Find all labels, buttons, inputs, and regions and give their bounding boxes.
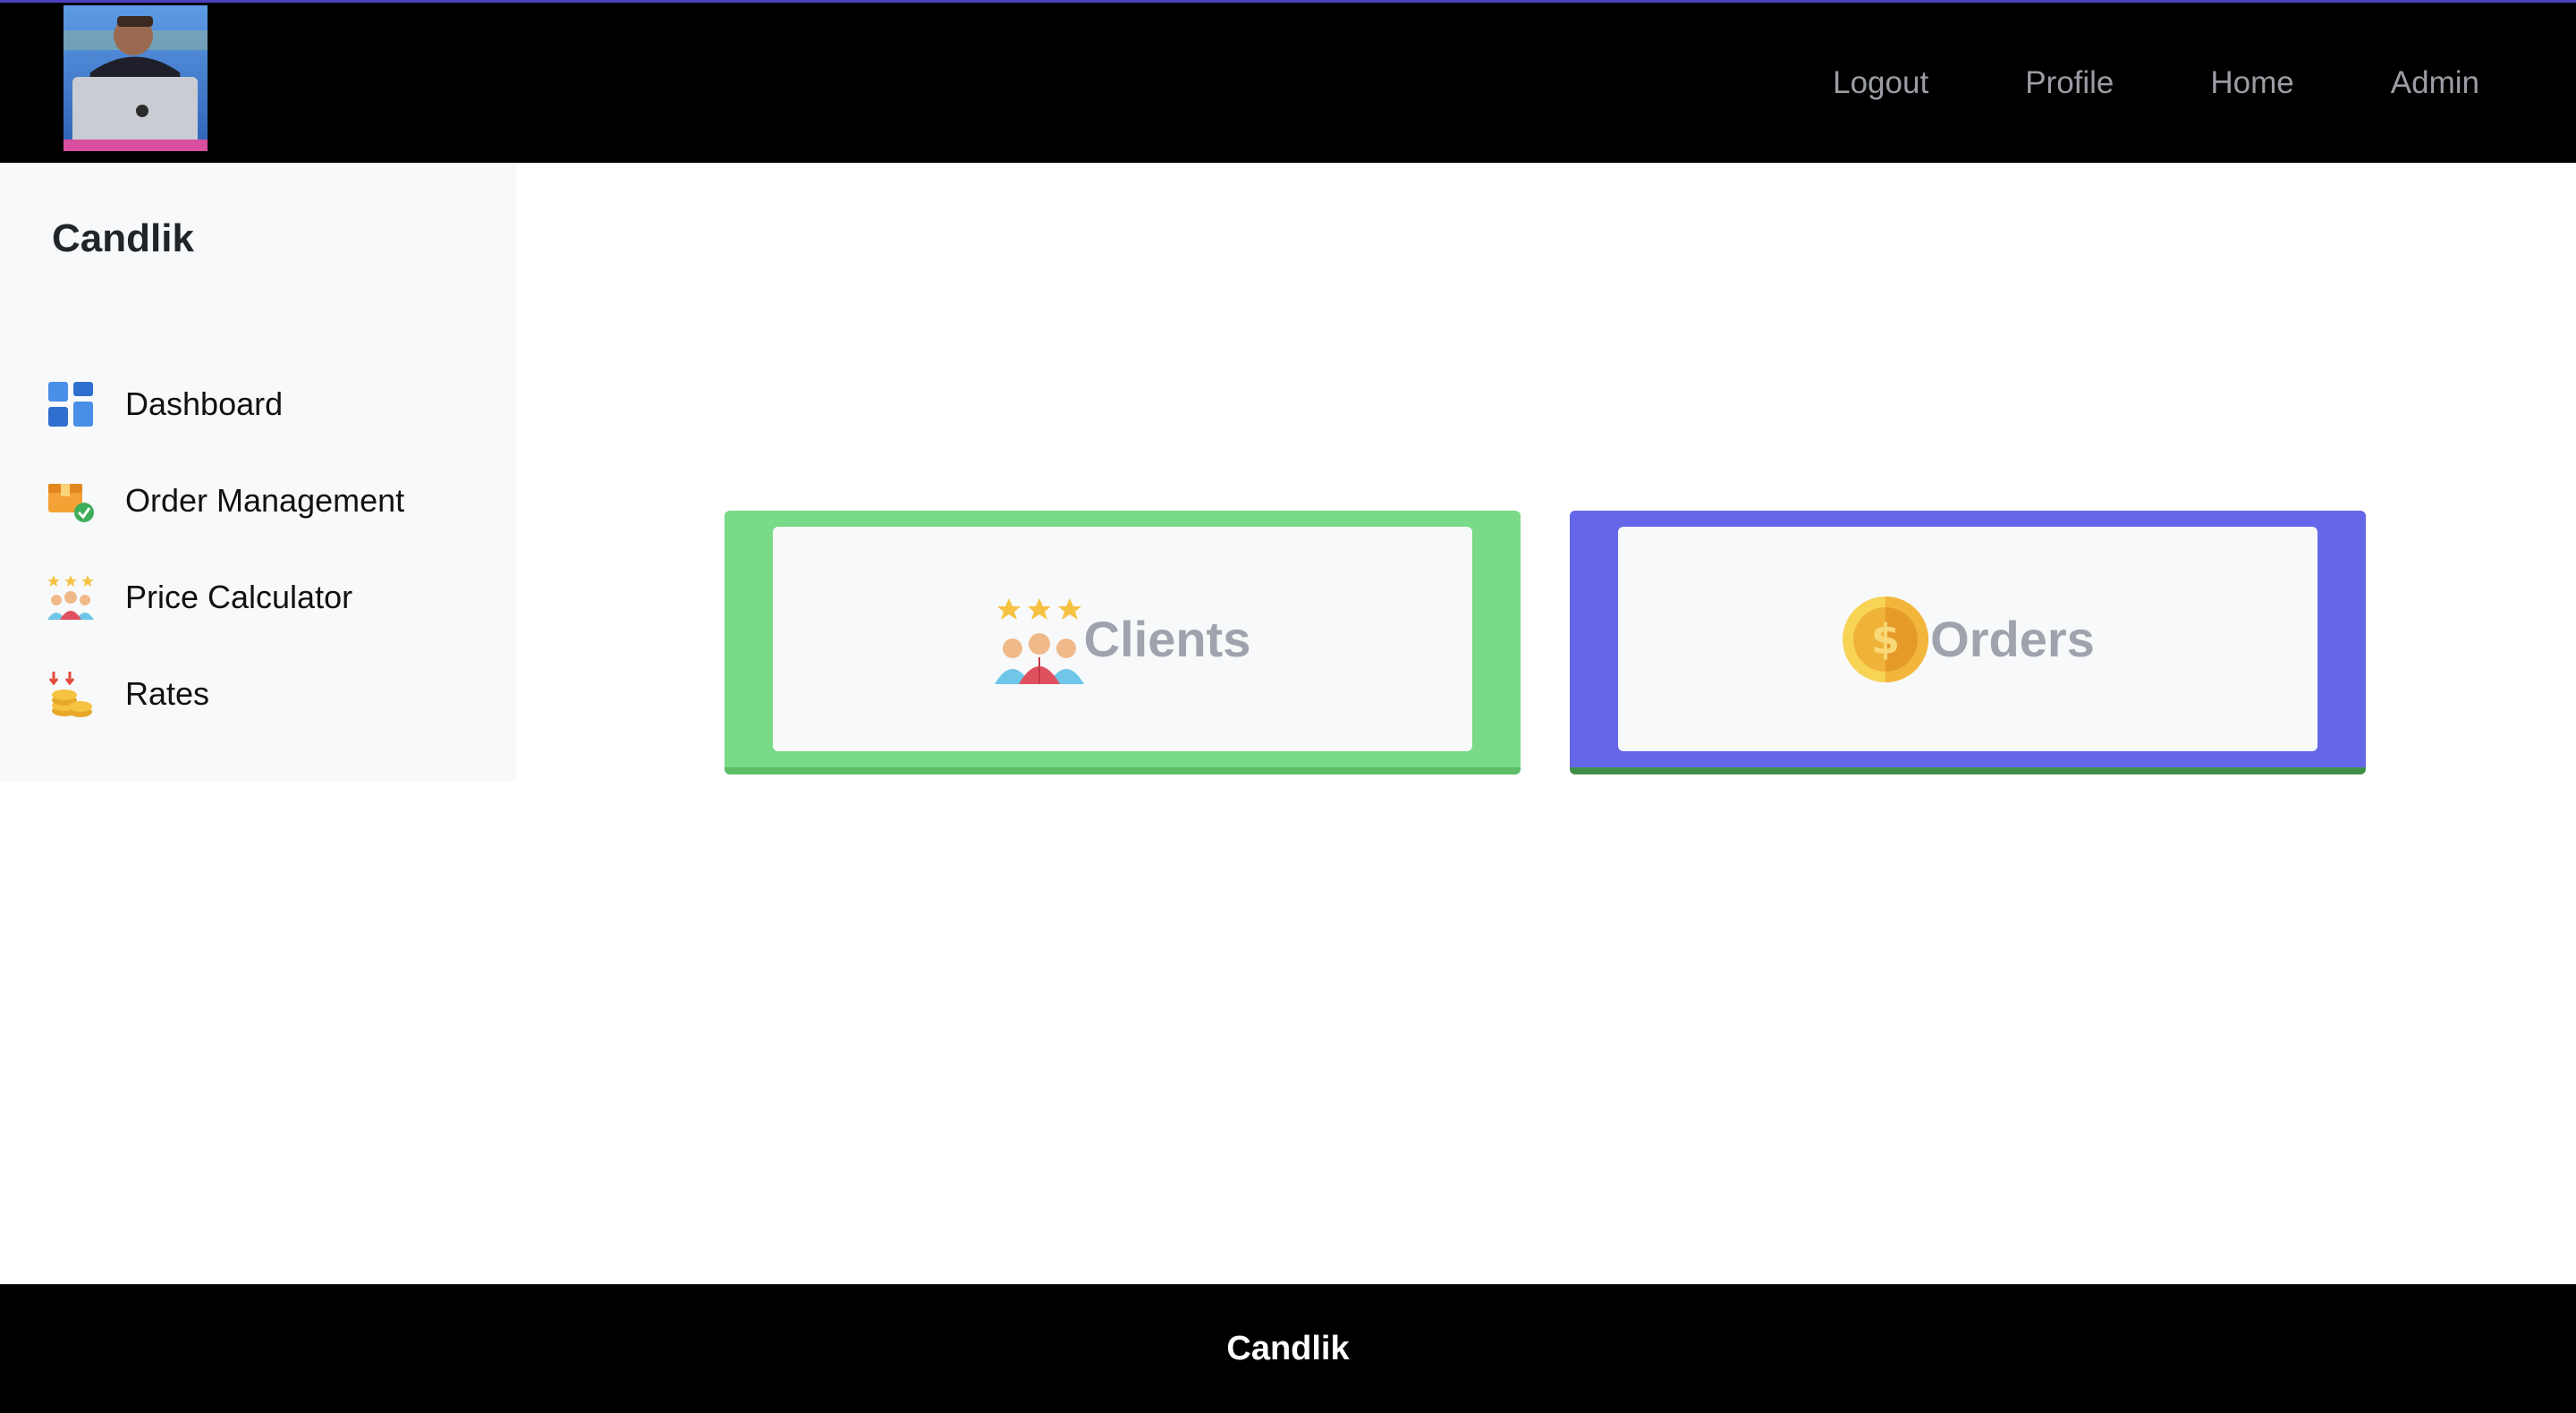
clients-card-label: Clients <box>1083 611 1251 667</box>
sidebar-brand: Candlik <box>52 216 194 260</box>
clients-card[interactable]: Clients <box>724 511 1521 774</box>
logout-link[interactable]: Logout <box>1833 65 1928 101</box>
svg-text:$: $ <box>1871 615 1900 664</box>
profile-link[interactable]: Profile <box>2025 65 2114 101</box>
sidebar-item-label: Dashboard <box>125 385 284 422</box>
sidebar-item-label: Price Calculator <box>125 579 353 615</box>
order-box-icon <box>47 477 95 525</box>
admin-link[interactable]: Admin <box>2391 65 2479 101</box>
sidebar-item-label: Rates <box>125 675 210 712</box>
footer-brand: Candlik <box>1226 1329 1350 1367</box>
people-stars-icon <box>47 573 95 622</box>
nav-links: Logout Profile Home Admin <box>1833 3 2479 163</box>
dashboard-icon <box>47 380 95 428</box>
sidebar-item-dashboard[interactable]: Dashboard <box>47 377 283 431</box>
sidebar-item-order-management[interactable]: Order Management <box>47 474 404 528</box>
orders-card-label: Orders <box>1930 611 2095 667</box>
dollar-coin-icon: $ <box>1841 595 1930 684</box>
coins-icon <box>47 670 95 718</box>
footer: Candlik <box>0 1284 2576 1413</box>
avatar[interactable] <box>64 5 208 151</box>
top-navbar: Logout Profile Home Admin <box>0 0 2576 163</box>
clients-card-body: Clients <box>773 527 1472 751</box>
sidebar: Candlik Dashboard Order Management Price… <box>0 163 516 782</box>
home-link[interactable]: Home <box>2210 65 2293 101</box>
orders-card[interactable]: $ Orders <box>1570 511 2366 774</box>
clients-icon <box>994 595 1084 684</box>
sidebar-item-price-calculator[interactable]: Price Calculator <box>47 571 352 624</box>
sidebar-item-label: Order Management <box>125 482 405 519</box>
sidebar-item-rates[interactable]: Rates <box>47 667 209 721</box>
orders-card-body: $ Orders <box>1618 527 2318 751</box>
